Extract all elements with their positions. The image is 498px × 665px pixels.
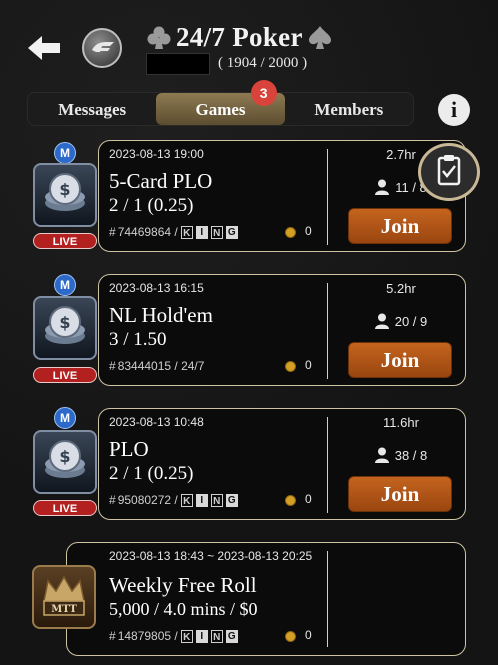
tag-k: K: [180, 629, 193, 643]
redacted-club-id: [146, 53, 210, 75]
card-divider: [327, 283, 328, 379]
tournament-details: 5,000 / 4.0 mins / $0: [109, 599, 258, 619]
tab-bar: Messages Games 3 Members: [27, 80, 414, 126]
club-suit-icon: [147, 26, 171, 49]
clipboard-check-button[interactable]: [418, 143, 480, 201]
game-meta: # 74469864 / K I N G: [109, 225, 238, 239]
tournament-name: Weekly Free Roll: [109, 573, 257, 597]
card-divider: [327, 551, 328, 647]
player-count-value: 20 / 9: [394, 313, 428, 329]
game-stakes: 3 / 1.50: [109, 329, 167, 350]
tab-games-label: Games: [195, 100, 246, 119]
tag-n: N: [210, 493, 223, 507]
tag-i: I: [195, 629, 208, 643]
tag-i: I: [195, 493, 208, 507]
game-datetime: 2023-08-13 16:15: [109, 281, 204, 295]
mtt-crown-icon: MTT: [32, 565, 96, 629]
svg-text:$: $: [59, 313, 70, 332]
join-button[interactable]: Join: [348, 342, 452, 378]
tag-g: G: [225, 493, 238, 507]
game-id: 83444015 / 24/7: [117, 359, 205, 373]
live-badge: LIVE: [33, 233, 97, 249]
spade-suit-icon: [308, 26, 331, 49]
mtt-icon-label: MTT: [51, 604, 77, 615]
club-title-row: 24/7 Poker: [146, 20, 333, 54]
poker-chip-icon: $: [33, 430, 97, 494]
tournament-datetime: 2023-08-13 18:43 ~ 2023-08-13 20:25: [109, 549, 313, 563]
tag-n: N: [210, 225, 223, 239]
person-icon: [374, 313, 389, 329]
tab-messages[interactable]: Messages: [28, 93, 156, 125]
game-name: NL Hold'em: [109, 303, 213, 327]
game-duration: 5.2hr: [386, 281, 416, 296]
coin-value: 0: [305, 628, 312, 642]
game-stakes: 2 / 1 (0.25): [109, 195, 194, 216]
player-count: 20 / 9: [351, 313, 451, 329]
page-title: 24/7 Poker: [176, 21, 303, 52]
tournament-id: 14879805 /: [117, 629, 178, 643]
live-badge: LIVE: [33, 367, 97, 383]
card-divider: [327, 417, 328, 513]
member-count: ( 1904 / 2000 ): [218, 55, 308, 71]
tab-games[interactable]: Games 3: [156, 80, 285, 125]
coin-icon: [285, 361, 296, 372]
coin-icon: [285, 495, 296, 506]
game-name: PLO: [109, 437, 149, 461]
game-datetime: 2023-08-13 19:00: [109, 147, 204, 161]
notification-badge: 3: [250, 80, 277, 106]
coin-value: 0: [305, 224, 312, 238]
card-divider: [327, 149, 328, 245]
person-icon: [374, 447, 389, 463]
m-badge: M: [54, 274, 76, 296]
join-button[interactable]: Join: [348, 476, 452, 512]
poker-chip-icon: $: [33, 296, 97, 360]
svg-text:$: $: [59, 180, 70, 199]
header: 24/7 Poker ( 1904 / 2000 ): [0, 0, 498, 88]
svg-text:$: $: [59, 447, 70, 466]
tag-k: K: [180, 225, 193, 239]
game-id-prefix: #: [109, 359, 116, 373]
game-name: 5-Card PLO: [109, 169, 213, 193]
tab-members[interactable]: Members: [285, 93, 413, 125]
coin-icon: [285, 227, 296, 238]
coin-icon: [285, 631, 296, 642]
coin-value: 0: [305, 492, 312, 506]
tag-n: N: [210, 629, 223, 643]
game-card-5-card-plo[interactable]: 2023-08-13 19:00 5-Card PLO 2 / 1 (0.25)…: [98, 140, 466, 252]
game-datetime: 2023-08-13 10:48: [109, 415, 204, 429]
tag-g: G: [225, 629, 238, 643]
m-badge: M: [54, 142, 76, 164]
clipboard-check-icon: [437, 155, 461, 186]
poker-chip-icon: $: [33, 163, 97, 227]
game-card-plo[interactable]: 2023-08-13 10:48 PLO 2 / 1 (0.25) # 9508…: [98, 408, 466, 520]
game-card-nl-holdem[interactable]: 2023-08-13 16:15 NL Hold'em 3 / 1.50 # 8…: [98, 274, 466, 386]
tournament-meta: # 14879805 / K I N G: [109, 629, 238, 643]
person-icon: [375, 179, 390, 195]
info-button[interactable]: i: [438, 94, 470, 126]
back-arrow-icon[interactable]: [26, 34, 62, 62]
join-button[interactable]: Join: [348, 208, 452, 244]
game-id: 95080272 /: [117, 493, 178, 507]
club-logo[interactable]: [82, 28, 122, 68]
game-id: 74469864 /: [117, 225, 178, 239]
game-meta: # 95080272 / K I N G: [109, 493, 238, 507]
game-duration: 11.6hr: [383, 415, 419, 430]
game-id-prefix: #: [109, 225, 116, 239]
m-badge: M: [54, 407, 76, 429]
live-badge: LIVE: [33, 500, 97, 516]
tournament-id-prefix: #: [109, 629, 116, 643]
game-meta: # 83444015 / 24/7: [109, 359, 204, 373]
player-count-value: 38 / 8: [394, 447, 428, 463]
game-id-prefix: #: [109, 493, 116, 507]
coin-value: 0: [305, 358, 312, 372]
tag-g: G: [225, 225, 238, 239]
tag-k: K: [180, 493, 193, 507]
game-stakes: 2 / 1 (0.25): [109, 463, 194, 484]
tournament-card-weekly-free-roll[interactable]: 2023-08-13 18:43 ~ 2023-08-13 20:25 Week…: [66, 542, 466, 656]
tag-i: I: [195, 225, 208, 239]
player-count: 38 / 8: [351, 447, 451, 463]
